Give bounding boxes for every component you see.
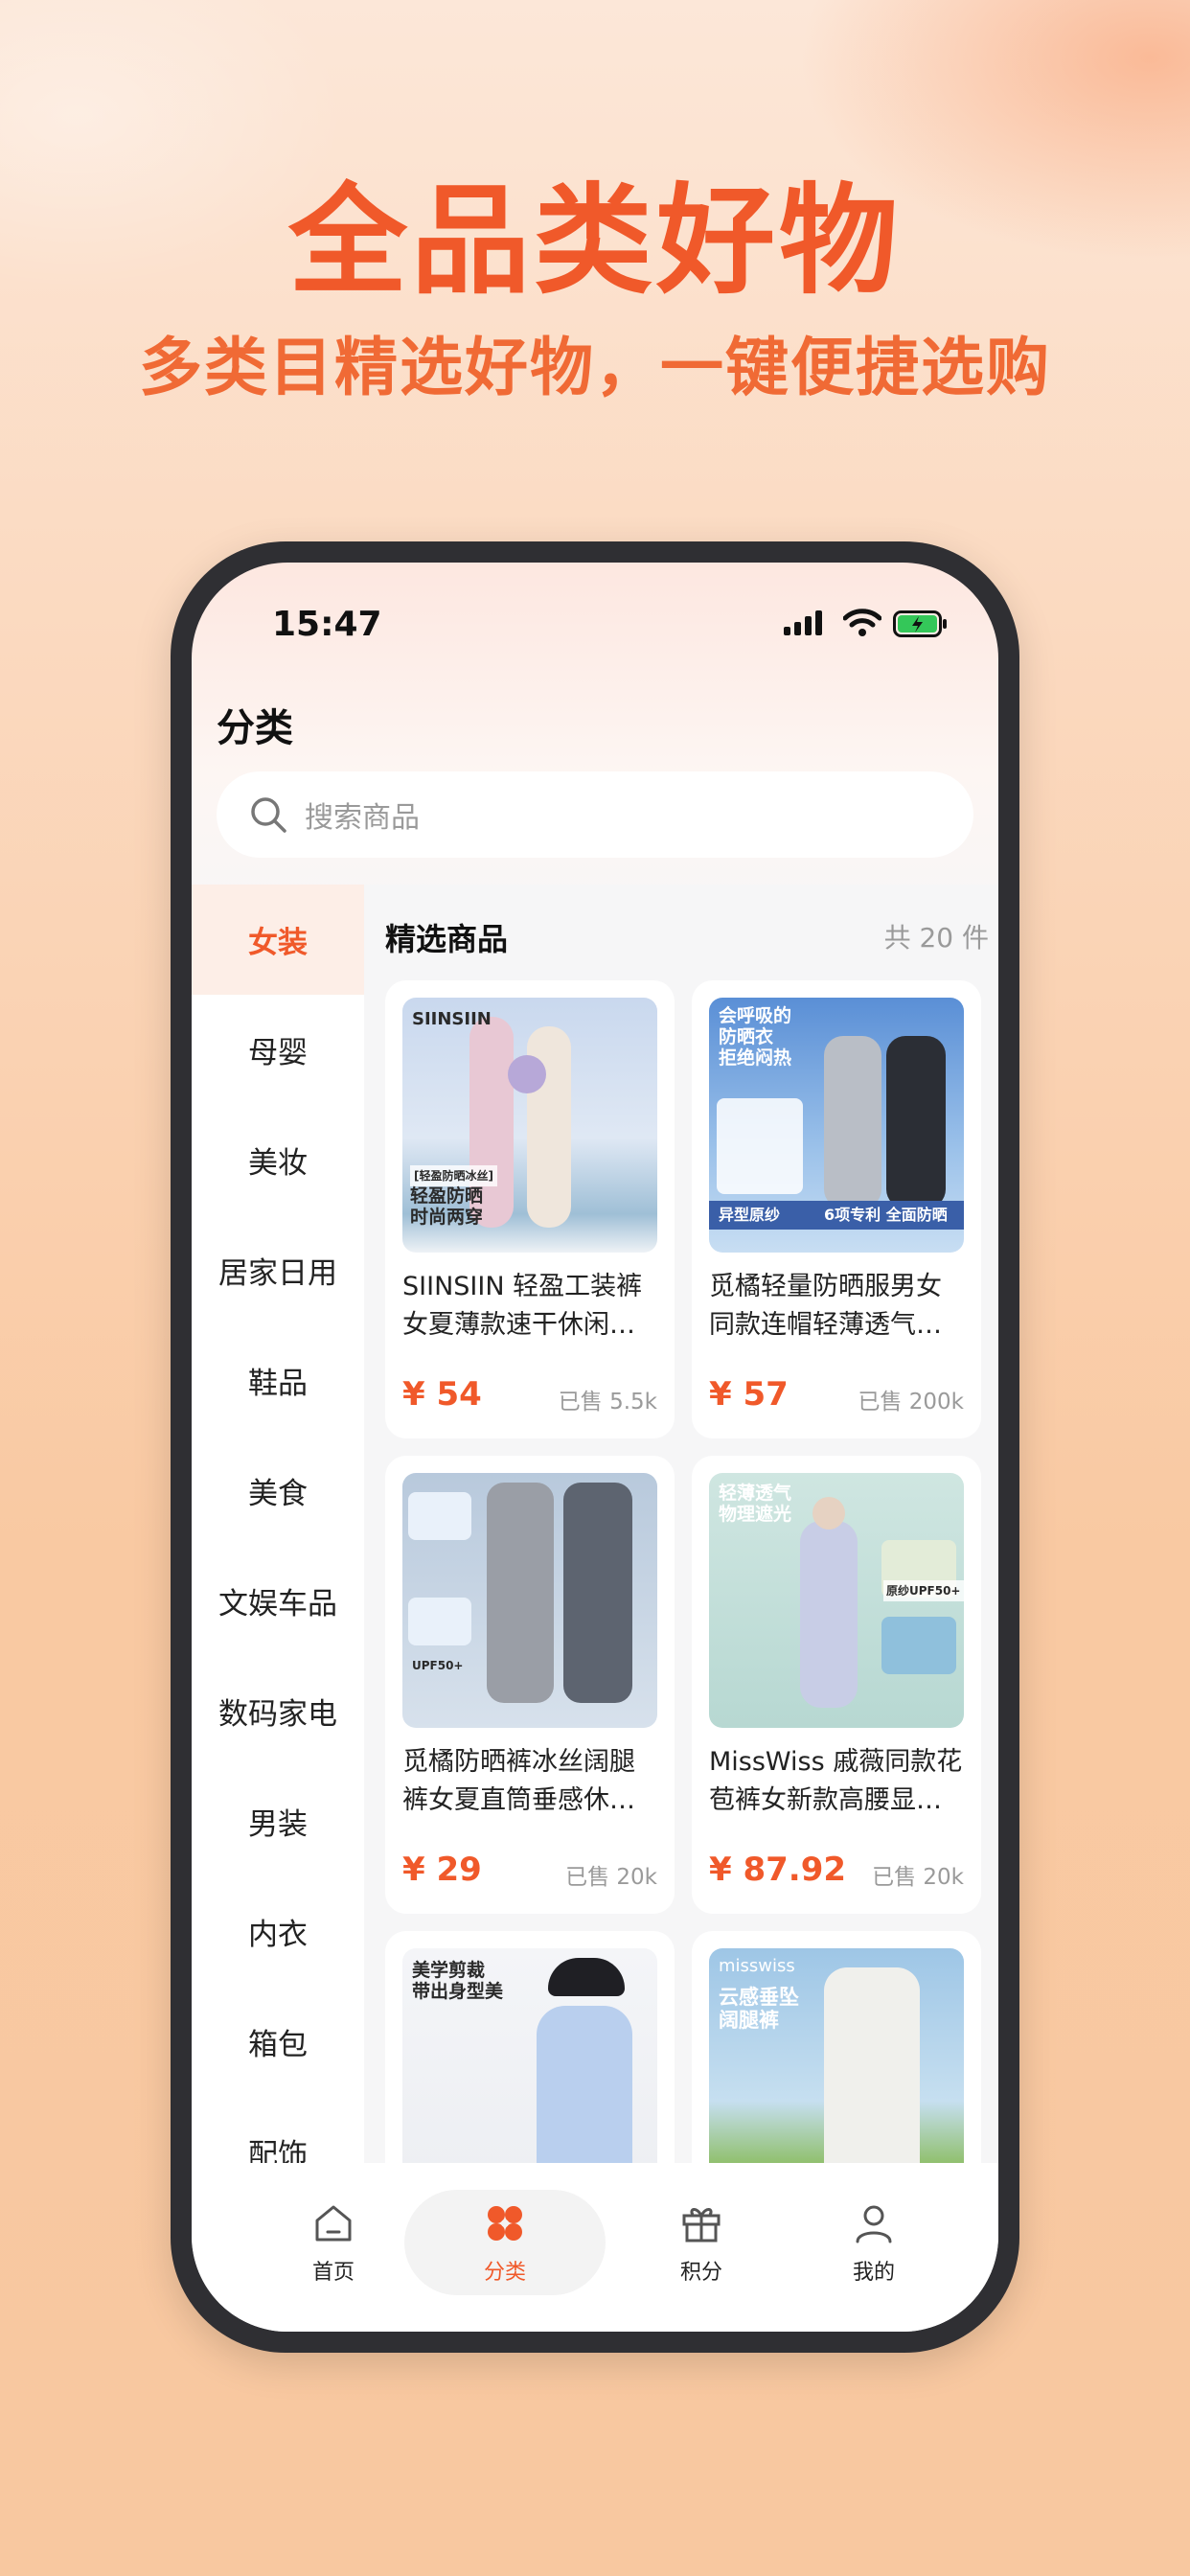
battery-icon (893, 610, 947, 637)
search-icon (251, 797, 286, 833)
tab-label: 积分 (679, 2261, 722, 2285)
section-count: 共 20 件 (883, 922, 989, 954)
image-caption: 轻盈防晒 (410, 1185, 484, 1207)
product-image: 会呼吸的 防晒衣 拒绝闷热 异型原纱 6项专利 全面防晒 (709, 998, 964, 1253)
sidebar-item-womens[interactable]: 女装 (192, 885, 364, 995)
product-image: SIINSIIN [轻盈防晒冰丝] 轻盈防晒 时尚两穿 (402, 998, 657, 1253)
product-card[interactable]: SIINSIIN [轻盈防晒冰丝] 轻盈防晒 时尚两穿 SIINSIIN 轻盈工… (385, 980, 675, 1438)
promo-headline: 全品类好物 (287, 172, 902, 310)
image-caption: 美学剪裁 (412, 1960, 486, 1981)
image-caption: 异型原纱 (719, 1206, 781, 1224)
product-image: 轻薄透气 物理遮光 原纱UPF50+ (709, 1473, 964, 1728)
tab-label: 分类 (483, 2261, 526, 2285)
image-caption: 6项专利 全面防晒 (824, 1206, 948, 1224)
product-image: UPF50+ (402, 1473, 657, 1728)
page-title: 分类 (217, 706, 293, 750)
tab-home[interactable]: 首页 (247, 2190, 420, 2295)
product-price: ¥ 57 (709, 1375, 789, 1414)
image-tag: [轻盈防晒冰丝] (410, 1165, 497, 1186)
sidebar-item-bags[interactable]: 箱包 (192, 1987, 364, 2097)
image-brand: misswiss (719, 1956, 795, 1976)
product-name: 觅橘防晒裤冰丝阔腿裤女夏直筒垂感休闲裤 (402, 1747, 635, 1815)
sidebar-item-home[interactable]: 居家日用 (192, 1215, 364, 1325)
sidebar-item-baby[interactable]: 母婴 (192, 995, 364, 1105)
search-bar[interactable]: 搜索商品 (217, 771, 973, 858)
tab-me[interactable]: 我的 (788, 2190, 960, 2295)
section-title: 精选商品 (385, 921, 509, 957)
signal-icon (784, 610, 822, 635)
sidebar-item-underwear[interactable]: 内衣 (192, 1876, 364, 1987)
product-sold: 已售 20k (565, 1865, 657, 1890)
product-sold: 已售 200k (858, 1390, 964, 1414)
phone-frame: 15:47 分类 搜索商品 女装 母婴 美妆 居家日用 鞋品 美食 文娱车品 数… (171, 541, 1019, 2353)
category-sidebar: 女装 母婴 美妆 居家日用 鞋品 美食 文娱车品 数码家电 男装 内衣 箱包 配… (192, 885, 364, 2207)
product-name: SIINSIIN 轻盈工装裤女夏薄款速干休闲束脚裤 (402, 1272, 643, 1340)
sidebar-item-electronics[interactable]: 数码家电 (192, 1656, 364, 1766)
sidebar-item-food[interactable]: 美食 (192, 1436, 364, 1546)
product-card[interactable]: UPF50+ 觅橘防晒裤冰丝阔腿裤女夏直筒垂感休闲裤 ¥ 29 已售 20k (385, 1456, 675, 1914)
sidebar-item-mens[interactable]: 男装 (192, 1766, 364, 1876)
home-icon (315, 2205, 352, 2242)
wifi-icon (843, 609, 881, 636)
product-card[interactable]: 轻薄透气 物理遮光 原纱UPF50+ MissWiss 戚薇同款花苞裤女新款高腰… (692, 1456, 981, 1914)
image-caption: 带出身型美 (412, 1981, 504, 2002)
product-price: ¥ 29 (402, 1851, 482, 1889)
tab-points[interactable]: 积分 (615, 2190, 788, 2295)
product-card[interactable]: 会呼吸的 防晒衣 拒绝闷热 异型原纱 6项专利 全面防晒 觅橘轻量防晒服男女同款… (692, 980, 981, 1438)
image-caption: 时尚两穿 (410, 1207, 484, 1228)
image-caption: 阔腿裤 (719, 2009, 779, 2032)
product-sold: 已售 5.5k (558, 1390, 657, 1414)
product-price: ¥ 54 (402, 1375, 482, 1414)
sidebar-item-beauty[interactable]: 美妆 (192, 1105, 364, 1215)
tab-label: 首页 (311, 2261, 355, 2285)
image-caption: 原纱UPF50+ (883, 1580, 964, 1601)
promo-subhead: 多类目精选好物，一键便捷选购 (139, 331, 1051, 404)
sidebar-item-shoes[interactable]: 鞋品 (192, 1325, 364, 1436)
tab-category[interactable]: 分类 (404, 2190, 606, 2295)
category-icon (488, 2206, 522, 2241)
image-brand: SIINSIIN (412, 1009, 492, 1029)
image-caption: UPF50+ (412, 1659, 464, 1672)
product-name: 觅橘轻量防晒服男女同款连帽轻薄透气外套 (709, 1272, 942, 1340)
status-time: 15:47 (272, 605, 382, 644)
phone-screen: 15:47 分类 搜索商品 女装 母婴 美妆 居家日用 鞋品 美食 文娱车品 数… (192, 563, 998, 2332)
product-panel: 精选商品 共 20 件 SIINSIIN [轻盈防晒冰丝] 轻盈防晒 时尚两穿 … (364, 885, 998, 2207)
product-sold: 已售 20k (872, 1865, 964, 1890)
image-caption: 轻薄透气 (719, 1483, 792, 1504)
tab-label: 我的 (852, 2261, 895, 2285)
product-price: ¥ 87.92 (709, 1851, 847, 1889)
bottom-tab-bar: 首页 分类 积分 我的 (192, 2163, 998, 2332)
status-bar: 15:47 (192, 563, 998, 658)
image-caption: 云感垂坠 (719, 1986, 799, 2009)
image-caption: 防晒衣 (719, 1026, 774, 1047)
gift-icon (682, 2208, 721, 2242)
image-caption: 拒绝闷热 (719, 1047, 792, 1069)
user-icon (856, 2205, 892, 2243)
image-caption: 物理遮光 (719, 1504, 792, 1525)
product-name: MissWiss 戚薇同款花苞裤女新款高腰显瘦休闲裤 (709, 1747, 963, 1815)
search-input[interactable]: 搜索商品 (305, 794, 420, 836)
sidebar-item-entertainment-auto[interactable]: 文娱车品 (192, 1546, 364, 1656)
image-caption: 会呼吸的 (719, 1005, 792, 1026)
